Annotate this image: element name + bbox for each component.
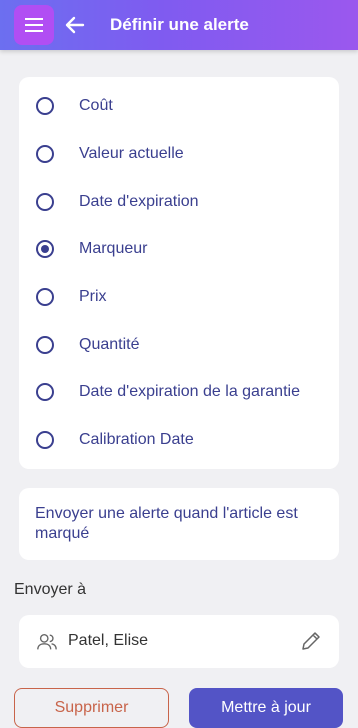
option-label: Calibration Date (79, 431, 194, 448)
page-title: Définir une alerte (110, 15, 249, 34)
menu-button[interactable] (14, 5, 54, 45)
pencil-icon[interactable] (299, 629, 323, 653)
option-calibration-date[interactable]: Calibration Date (19, 420, 339, 460)
option-label: Prix (79, 288, 107, 305)
radio-button[interactable] (36, 288, 54, 306)
option-marqueur[interactable]: Marqueur (19, 229, 339, 269)
option-label: Date d'expiration de la garantie (79, 383, 300, 400)
hamburger-menu-icon (25, 18, 43, 32)
app-bar: Définir une alerte (0, 0, 358, 50)
option-cout[interactable]: Coût (19, 86, 339, 126)
option-label: Date d'expiration (79, 193, 199, 210)
radio-button[interactable] (36, 145, 54, 163)
option-date-expiration-garantie[interactable]: Date d'expiration de la garantie (19, 372, 339, 412)
arrow-left-icon[interactable] (63, 13, 87, 37)
option-quantite[interactable]: Quantité (19, 325, 339, 365)
radio-button-selected[interactable] (36, 240, 54, 258)
option-label: Valeur actuelle (79, 145, 184, 162)
radio-button[interactable] (36, 336, 54, 354)
option-label: Quantité (79, 336, 140, 353)
alert-options-card: Coût Valeur actuelle Date d'expiration M… (19, 77, 339, 469)
radio-button[interactable] (36, 383, 54, 401)
recipient-card: Patel, Elise (19, 615, 339, 668)
radio-button[interactable] (36, 431, 54, 449)
alert-info-card: Envoyer une alerte quand l'article est m… (19, 488, 339, 560)
update-button[interactable]: Mettre à jour (189, 688, 343, 728)
option-label: Marqueur (79, 240, 148, 257)
option-label: Coût (79, 97, 113, 114)
option-prix[interactable]: Prix (19, 277, 339, 317)
option-valeur-actuelle[interactable]: Valeur actuelle (19, 134, 339, 174)
recipient-name: Patel, Elise (68, 632, 149, 649)
radio-button[interactable] (36, 193, 54, 211)
users-icon (37, 633, 57, 650)
delete-button[interactable]: Supprimer (14, 688, 169, 728)
alert-info-text: Envoyer une alerte quand l'article est m… (35, 505, 298, 542)
radio-button[interactable] (36, 97, 54, 115)
option-date-expiration[interactable]: Date d'expiration (19, 182, 339, 222)
send-to-label: Envoyer à (14, 581, 87, 598)
